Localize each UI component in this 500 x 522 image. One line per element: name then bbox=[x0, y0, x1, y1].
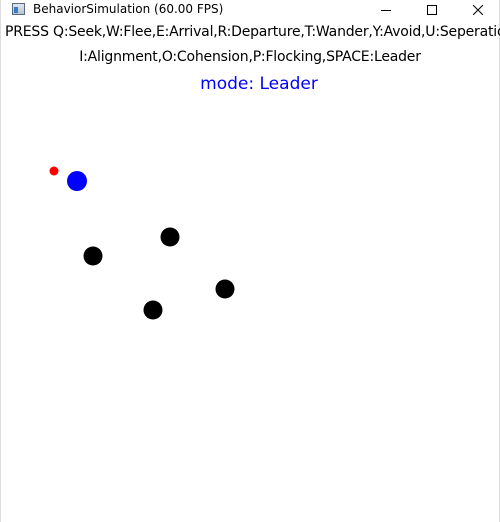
leader-boid bbox=[67, 171, 87, 191]
follower-boid bbox=[160, 227, 180, 247]
target-dot bbox=[49, 166, 59, 176]
title-bar[interactable]: BehaviorSimulation (60.00 FPS) bbox=[1, 0, 499, 20]
window-title: BehaviorSimulation (60.00 FPS) bbox=[33, 2, 224, 16]
instructions-line-2: I:Alignment,O:Cohension,P:Flocking,SPACE… bbox=[79, 49, 421, 65]
close-button[interactable] bbox=[455, 0, 500, 20]
instructions-line-1: PRESS Q:Seek,W:Flee,E:Arrival,R:Departur… bbox=[5, 24, 500, 40]
app-window: BehaviorSimulation (60.00 FPS) PRESS Q:S… bbox=[0, 0, 500, 522]
follower-boid bbox=[143, 300, 163, 320]
maximize-icon bbox=[427, 5, 437, 15]
mode-label: mode: Leader bbox=[200, 74, 318, 94]
close-icon bbox=[473, 5, 483, 15]
application-window-icon[interactable] bbox=[12, 3, 25, 15]
minimize-icon bbox=[381, 10, 391, 11]
maximize-button[interactable] bbox=[409, 0, 455, 20]
follower-boid bbox=[215, 279, 235, 299]
follower-boid bbox=[83, 246, 103, 266]
minimize-button[interactable] bbox=[363, 0, 409, 20]
